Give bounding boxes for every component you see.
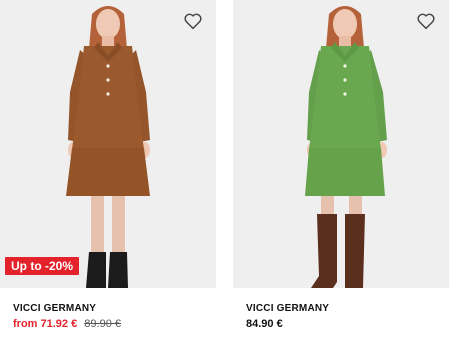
original-price: 89.90 € (84, 318, 121, 330)
product-image[interactable] (233, 0, 449, 288)
brand-name[interactable]: VICCI GERMANY (246, 303, 329, 314)
price-row: from 71.92 € 89.90 € (13, 318, 121, 330)
brand-name[interactable]: VICCI GERMANY (13, 303, 96, 314)
price-row: 84.90 € (246, 318, 283, 330)
product-card[interactable]: Up to -20% VICCI GERMANY from 71.92 € 89… (0, 0, 216, 340)
product-image[interactable]: Up to -20% (0, 0, 216, 288)
heart-outline-icon (184, 13, 202, 30)
price: 84.90 € (246, 318, 283, 330)
model-in-brown-dress (66, 6, 150, 288)
product-grid: Up to -20% VICCI GERMANY from 71.92 € 89… (0, 0, 460, 340)
sale-price: 71.92 € (40, 318, 78, 330)
favorite-button[interactable] (182, 10, 204, 32)
model-in-green-dress (305, 6, 387, 288)
favorite-button[interactable] (415, 10, 437, 32)
product-card[interactable]: VICCI GERMANY 84.90 € (233, 0, 449, 340)
price-from-label: from (13, 318, 38, 330)
heart-outline-icon (417, 13, 435, 30)
discount-badge: Up to -20% (5, 257, 80, 275)
